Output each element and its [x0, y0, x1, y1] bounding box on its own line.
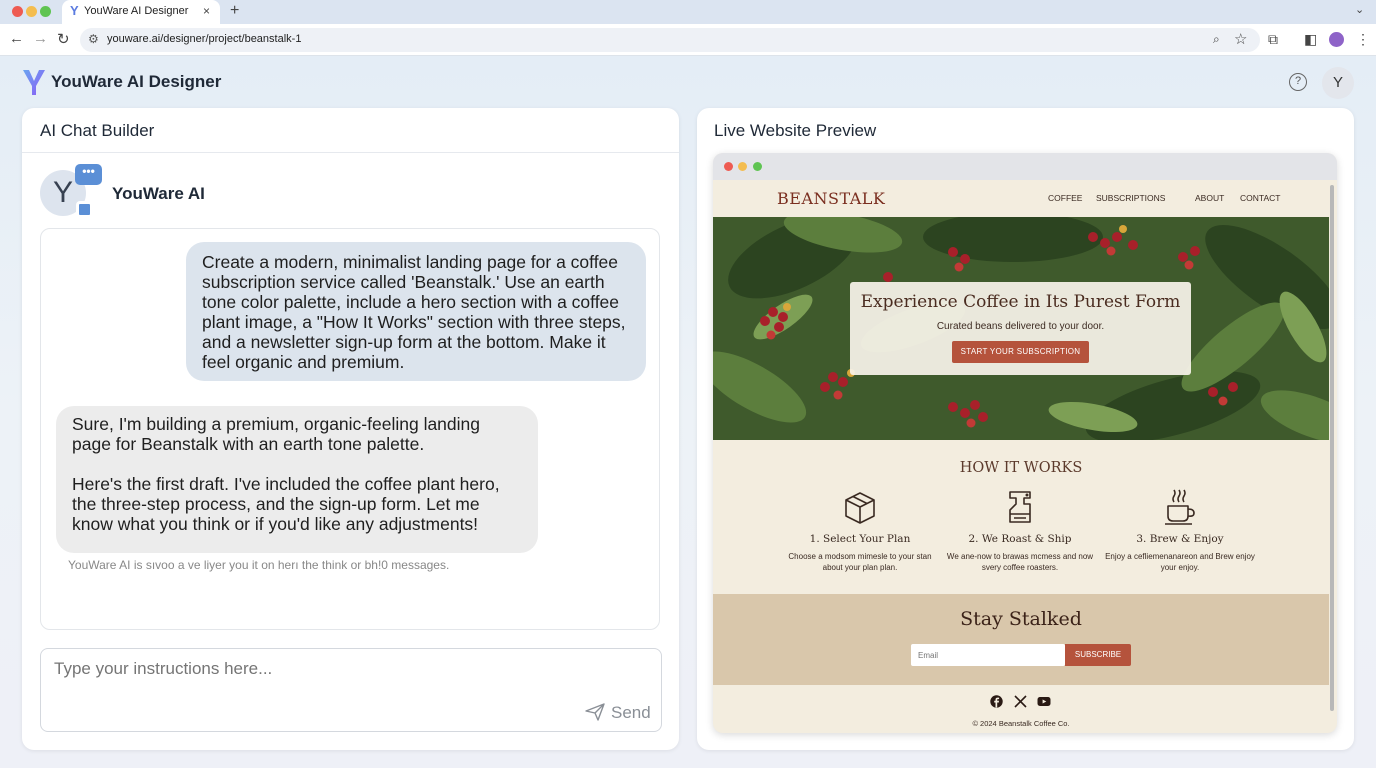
nav-link-contact[interactable]: CONTACT [1240, 193, 1280, 203]
help-icon[interactable]: ? [1289, 73, 1307, 91]
close-window-dot[interactable] [12, 6, 23, 17]
step-2-description: We ane-now to brawas mcmess and now sver… [946, 552, 1094, 572]
chat-input-box[interactable]: Send [40, 648, 662, 732]
website-preview-frame[interactable]: BEANSTALK COFFEE SUBSCRIPTIONS ABOUT CON… [713, 153, 1337, 733]
chat-input[interactable] [54, 659, 634, 679]
minimize-window-dot[interactable] [26, 6, 37, 17]
step-3-title: 3. Brew & Enjoy [1136, 533, 1224, 545]
extensions-icon[interactable]: ⧉ [1268, 31, 1278, 48]
tab-title: YouWare AI Designer [84, 5, 189, 17]
hero-subtitle: Curated beans delivered to your door. [936, 321, 1105, 332]
step-3-description: Enjoy a cefliemenanareon and Brew enjoy … [1105, 552, 1255, 572]
box-icon [845, 492, 875, 524]
preview-panel-title: Live Website Preview [714, 121, 877, 140]
chat-mini-icon [76, 201, 93, 218]
reload-icon[interactable]: ↻ [57, 30, 70, 48]
send-button[interactable]: Send [585, 703, 651, 723]
user-avatar[interactable]: Y [1322, 67, 1354, 99]
tab-close-icon[interactable]: × [203, 4, 210, 18]
hero-card: Experience Coffee in Its Purest Form Cur… [850, 282, 1191, 375]
divider [22, 152, 679, 153]
bookmark-star-icon[interactable]: ☆ [1234, 30, 1247, 48]
browser-profile-avatar[interactable] [1329, 32, 1344, 47]
send-label: Send [611, 703, 651, 722]
nav-link-about[interactable]: ABOUT [1195, 193, 1224, 203]
tab-search-chevron-icon[interactable]: ⌄ [1355, 3, 1364, 16]
preview-close-dot [724, 162, 733, 171]
chat-footnote: YouWare AI is sıvoo a ve liyer you it on… [68, 558, 450, 572]
facebook-icon[interactable] [990, 695, 1003, 708]
site-settings-icon[interactable]: ⚙ [88, 32, 99, 46]
user-message: Create a modern, minimalist landing page… [186, 242, 646, 381]
maximize-window-dot[interactable] [40, 6, 51, 17]
newsletter-heading: Stay Stalked [960, 608, 1082, 630]
coffee-cup-icon [1165, 489, 1195, 525]
step-2-title: 2. We Roast & Ship [968, 533, 1072, 545]
preview-minimize-dot [738, 162, 747, 171]
newsletter-section: Stay Stalked SUBSCRIBE [713, 594, 1329, 685]
new-tab-icon[interactable]: + [230, 2, 239, 20]
hero-section: Experience Coffee in Its Purest Form Cur… [713, 217, 1329, 440]
youware-favicon-icon: Y [70, 3, 79, 18]
step-1-description: Choose a modsom mimesle to your stan abo… [788, 552, 932, 572]
site-brand[interactable]: BEANSTALK [777, 189, 885, 208]
preview-maximize-dot [753, 162, 762, 171]
chat-panel-title: AI Chat Builder [40, 121, 155, 140]
chat-messages: Create a modern, minimalist landing page… [40, 228, 660, 630]
newsletter-email-input[interactable] [911, 644, 1065, 666]
site-navbar: BEANSTALK COFFEE SUBSCRIPTIONS ABOUT CON… [713, 180, 1337, 217]
browser-menu-icon[interactable]: ⋮ [1356, 31, 1370, 48]
url-text[interactable]: youware.ai/designer/project/beanstalk-1 [107, 33, 301, 45]
nav-link-coffee[interactable]: COFFEE [1048, 193, 1082, 203]
side-panel-icon[interactable]: ◧ [1304, 31, 1317, 48]
preview-window-chrome [713, 153, 1337, 180]
preview-scrollbar[interactable] [1330, 185, 1334, 711]
ai-message: Sure, I'm building a premium, organic-fe… [56, 406, 538, 553]
browser-tab[interactable]: Y YouWare AI Designer × [62, 0, 220, 24]
send-icon [585, 703, 605, 721]
ai-name: YouWare AI [112, 184, 205, 203]
roaster-icon [1009, 491, 1031, 523]
chat-panel: AI Chat Builder Y ••• YouWare AI Create … [22, 108, 679, 750]
zoom-icon[interactable]: ⌕ [1213, 32, 1220, 47]
browser-toolbar: ← → ↻ ⚙ youware.ai/designer/project/bean… [0, 24, 1376, 56]
step-1-title: 1. Select Your Plan [809, 533, 911, 545]
x-icon[interactable] [1014, 695, 1027, 708]
hero-heading: Experience Coffee in Its Purest Form [860, 292, 1181, 312]
browser-tab-bar: Y YouWare AI Designer × + ⌄ [0, 0, 1376, 24]
app-title: YouWare AI Designer [51, 72, 222, 91]
forward-arrow-icon[interactable]: → [33, 30, 48, 47]
address-bar[interactable]: ⚙ youware.ai/designer/project/beanstalk-… [80, 28, 1260, 52]
start-subscription-button[interactable]: START YOUR SUBSCRIPTION [952, 341, 1089, 363]
how-it-works-heading: HOW IT WORKS [959, 460, 1083, 476]
preview-panel: Live Website Preview BEANSTALK COFFEE SU… [697, 108, 1354, 750]
back-arrow-icon[interactable]: ← [9, 30, 24, 47]
nav-link-subscriptions[interactable]: SUBSCRIPTIONS [1096, 193, 1165, 203]
subscribe-button[interactable]: SUBSCRIBE [1065, 644, 1131, 666]
chat-bubble-icon: ••• [75, 164, 102, 185]
youtube-icon[interactable] [1037, 695, 1051, 708]
site-copyright: © 2024 Beanstalk Coffee Co. [972, 719, 1070, 728]
youware-logo-icon [23, 70, 45, 95]
